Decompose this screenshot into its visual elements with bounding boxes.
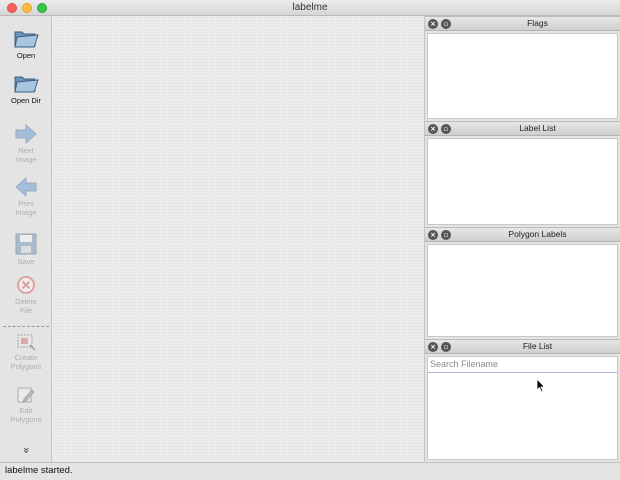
folder-open-icon — [14, 31, 39, 48]
status-bar: labelme started. — [0, 462, 620, 480]
toolbar-separator — [3, 326, 49, 327]
title-bar: labelme — [0, 0, 620, 16]
edit-polygons-label: Edit Polygons — [10, 406, 42, 424]
window-title: labelme — [292, 2, 328, 13]
dock-close-icon[interactable]: × — [428, 124, 438, 134]
arrow-right-icon — [15, 123, 37, 145]
flags-list[interactable] — [427, 33, 618, 119]
double-chevron-down-icon: » — [19, 447, 33, 454]
dock-float-icon[interactable]: ▫ — [441, 124, 451, 134]
left-toolbar: Open Open Dir Next Image Prev Image Save — [0, 16, 52, 462]
delete-file-button[interactable]: Delete File — [0, 274, 52, 315]
save-label: Save — [17, 257, 35, 266]
label-list-dock: × ▫ Label List — [424, 121, 620, 227]
prev-image-label: Prev Image — [15, 199, 37, 217]
dock-close-icon[interactable]: × — [428, 230, 438, 240]
create-polygons-button[interactable]: Create Polygons — [0, 332, 52, 371]
file-list-dock: × ▫ File List Search Filename — [424, 339, 620, 462]
toolbar-overflow-button[interactable]: » — [0, 444, 52, 457]
save-button[interactable]: Save — [0, 232, 52, 266]
open-label: Open — [16, 51, 36, 60]
open-dir-label: Open Dir — [11, 96, 42, 105]
search-filename-input[interactable]: Search Filename — [428, 357, 617, 373]
open-button[interactable]: Open — [0, 26, 52, 60]
next-image-button[interactable]: Next Image — [0, 123, 52, 164]
open-dir-button[interactable]: Open Dir — [0, 71, 52, 105]
polygon-labels-dock: × ▫ Polygon Labels — [424, 227, 620, 339]
label-list[interactable] — [427, 138, 618, 225]
delete-icon — [17, 276, 35, 294]
flags-dock-title: Flags — [527, 18, 548, 28]
label-list-dock-header: × ▫ Label List — [425, 121, 620, 136]
arrow-left-icon — [15, 176, 37, 198]
polygon-labels-list[interactable] — [427, 244, 618, 337]
polygon-labels-dock-header: × ▫ Polygon Labels — [425, 227, 620, 242]
edit-polygon-icon — [17, 387, 35, 403]
flags-dock-header: × ▫ Flags — [425, 16, 620, 31]
next-image-label: Next Image — [15, 146, 37, 164]
flags-dock: × ▫ Flags — [424, 16, 620, 121]
file-list-dock-header: × ▫ File List — [425, 339, 620, 354]
delete-file-label: Delete File — [15, 297, 37, 315]
dock-float-icon[interactable]: ▫ — [441, 342, 451, 352]
file-list[interactable]: Search Filename — [427, 356, 618, 460]
create-polygons-label: Create Polygons — [10, 353, 42, 371]
status-message: labelme started. — [5, 465, 73, 476]
file-list-dock-title: File List — [522, 341, 553, 351]
edit-polygons-button[interactable]: Edit Polygons — [0, 385, 52, 424]
dock-float-icon[interactable]: ▫ — [441, 230, 451, 240]
dock-close-icon[interactable]: × — [428, 342, 438, 352]
create-polygon-icon — [17, 334, 36, 351]
mouse-cursor-icon — [536, 378, 546, 393]
prev-image-button[interactable]: Prev Image — [0, 176, 52, 217]
polygon-labels-dock-title: Polygon Labels — [508, 229, 567, 239]
label-list-dock-title: Label List — [519, 123, 556, 133]
image-canvas[interactable] — [53, 16, 424, 462]
save-icon — [15, 233, 37, 255]
dock-float-icon[interactable]: ▫ — [441, 19, 451, 29]
dock-close-icon[interactable]: × — [428, 19, 438, 29]
folder-open-icon — [14, 76, 39, 93]
